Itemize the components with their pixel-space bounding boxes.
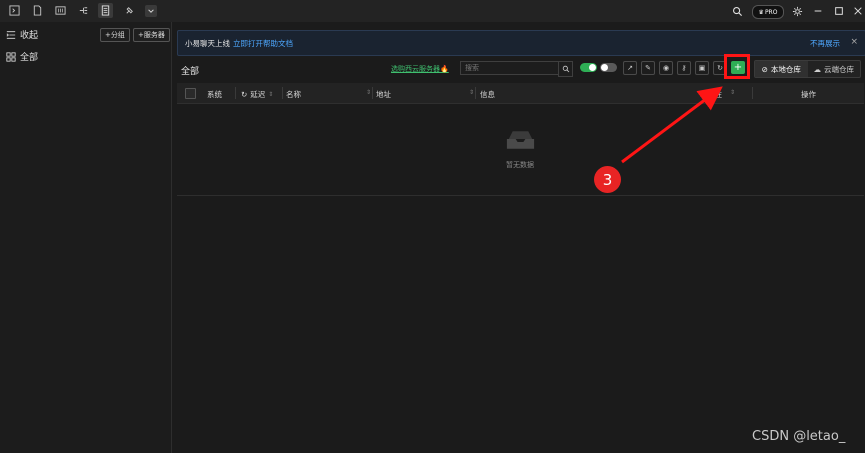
annotation-arrow — [621, 86, 723, 164]
watermark: CSDN @letao_ — [752, 429, 846, 444]
step-number-badge: 3 — [594, 166, 621, 193]
